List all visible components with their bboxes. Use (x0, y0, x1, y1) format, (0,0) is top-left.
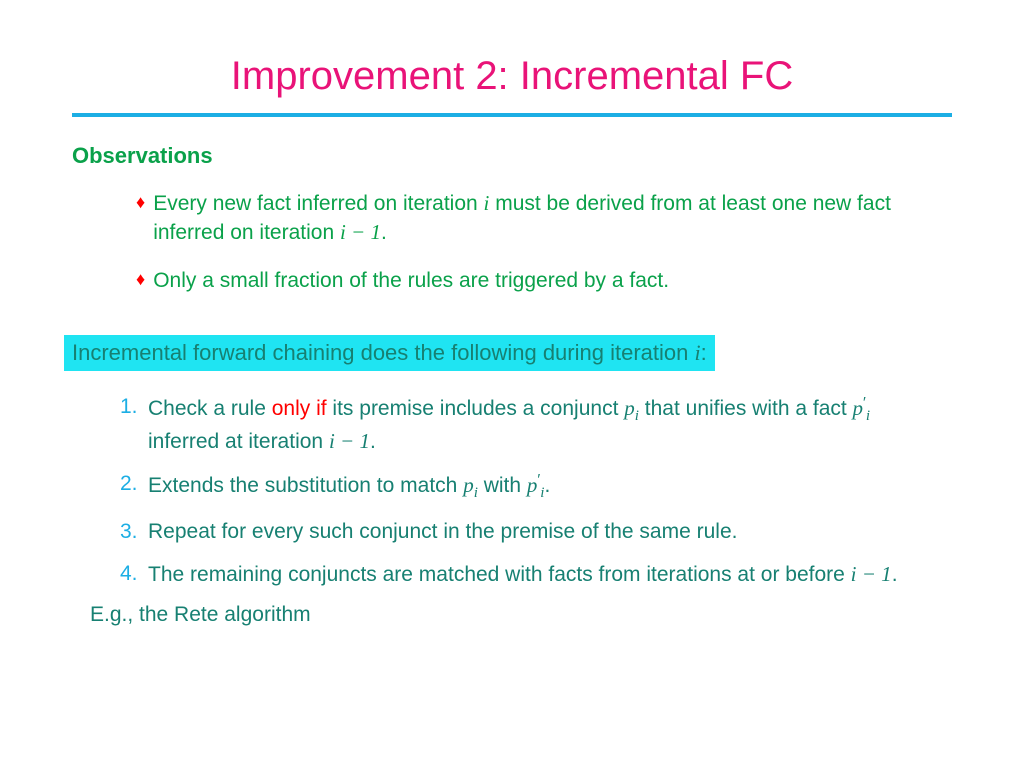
slide-title: Improvement 2: Incremental FC (72, 54, 952, 99)
diamond-bullet-icon: ♦ (136, 189, 145, 248)
step-4: 4. The remaining conjuncts are matched w… (120, 560, 912, 589)
step-2: 2. Extends the substitution to match pi … (120, 470, 912, 504)
observations-heading: Observations (72, 143, 952, 169)
title-underline (72, 113, 952, 117)
step-1: 1. Check a rule only if its premise incl… (120, 393, 912, 456)
example-note: E.g., the Rete algorithm (90, 603, 952, 627)
observation-2: ♦ Only a small fraction of the rules are… (136, 266, 922, 295)
diamond-bullet-icon: ♦ (136, 266, 145, 295)
observations-list: ♦ Every new fact inferred on iteration i… (136, 189, 922, 295)
highlight-box: Incremental forward chaining does the fo… (72, 335, 952, 393)
step-3: 3. Repeat for every such conjunct in the… (120, 518, 912, 546)
steps-list: 1. Check a rule only if its premise incl… (120, 393, 912, 589)
observation-1: ♦ Every new fact inferred on iteration i… (136, 189, 922, 248)
